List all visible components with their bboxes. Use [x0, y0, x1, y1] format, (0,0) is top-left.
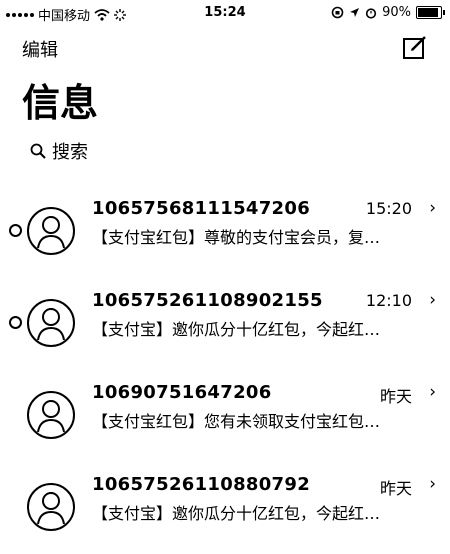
status-bar: 中国移动 15:24 90% [0, 0, 450, 26]
avatar-icon [27, 299, 75, 347]
conversation-row[interactable]: 10657568111547206 15:20 › 【支付宝红包】尊敬的支付宝会… [0, 186, 450, 278]
compose-icon[interactable] [402, 34, 428, 60]
sender-number: 10657526110880792 [92, 474, 311, 495]
message-time: 昨天 [379, 387, 412, 406]
battery-icon [416, 6, 445, 19]
conversation-row[interactable]: 106575261108902155 12:10 › 【支付宝】邀你瓜分十亿红包… [0, 278, 450, 370]
message-time: 12:10 [365, 291, 412, 310]
message-time: 昨天 [379, 479, 412, 498]
alarm-icon [365, 7, 377, 19]
lock-rotation-icon [331, 6, 344, 19]
message-preview: 【支付宝】邀你瓜分十亿红包，今起红… [92, 504, 381, 523]
chevron-right-icon: › [429, 198, 436, 218]
sender-number: 10657568111547206 [92, 198, 311, 219]
conversation-list: 10657568111547206 15:20 › 【支付宝红包】尊敬的支付宝会… [0, 186, 450, 554]
chevron-right-icon: › [429, 474, 436, 494]
chevron-right-icon: › [429, 290, 436, 310]
message-time: 15:20 [365, 199, 412, 218]
page-title: 信息 [22, 81, 99, 125]
conversation-row[interactable]: 10657526110880792 昨天 › 【支付宝】邀你瓜分十亿红包，今起红… [0, 462, 450, 554]
message-preview: 【支付宝红包】尊敬的支付宝会员，复… [92, 228, 381, 247]
sender-number: 106575261108902155 [92, 290, 323, 311]
message-preview: 【支付宝】邀你瓜分十亿红包，今起红… [92, 320, 381, 339]
sender-number: 10690751647206 [92, 382, 272, 403]
search-field[interactable]: 搜索 [30, 138, 88, 164]
unread-dot [9, 316, 22, 329]
avatar-icon [27, 483, 75, 531]
battery-percent: 90% [382, 5, 411, 20]
search-placeholder: 搜索 [52, 142, 88, 163]
edit-button[interactable]: 编辑 [22, 36, 58, 62]
conversation-row[interactable]: 10690751647206 昨天 › 【支付宝红包】您有未领取支付宝红包… [0, 370, 450, 462]
avatar-icon [27, 391, 75, 439]
unread-dot [9, 224, 22, 237]
search-icon [30, 143, 46, 159]
chevron-right-icon: › [429, 382, 436, 402]
location-icon [350, 8, 360, 17]
avatar-icon [27, 207, 75, 255]
message-preview: 【支付宝红包】您有未领取支付宝红包… [92, 412, 381, 431]
